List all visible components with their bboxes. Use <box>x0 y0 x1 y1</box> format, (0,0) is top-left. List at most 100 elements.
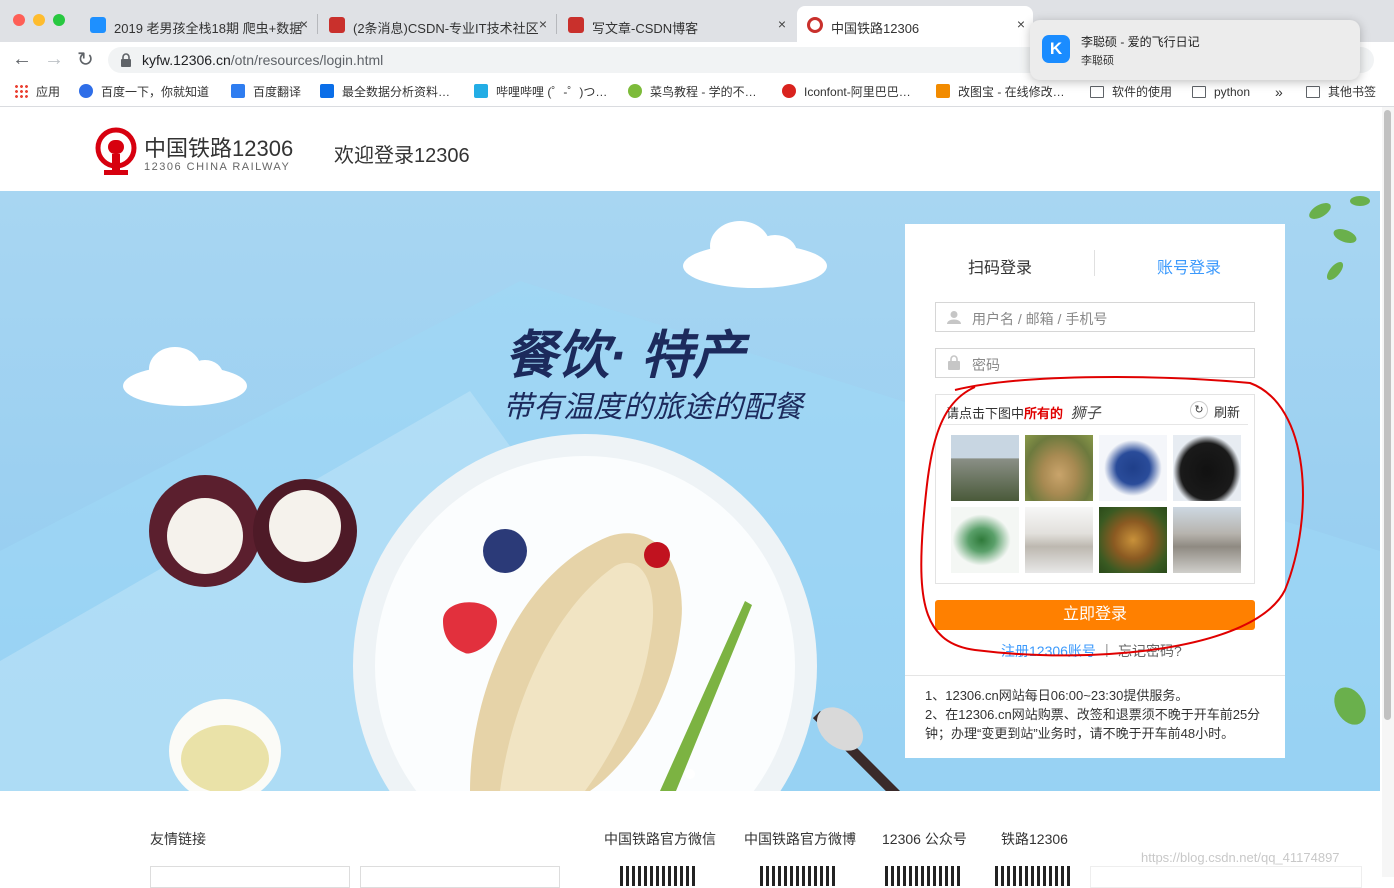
tab-title: (2条消息)CSDN-专业IT技术社区 <box>353 21 539 36</box>
captcha-image-7[interactable] <box>1099 507 1167 573</box>
iconfont-icon <box>782 84 796 98</box>
tab-title: 2019 老男孩全栈18期 爬虫+数据 <box>114 21 303 36</box>
captcha-image-2[interactable] <box>1025 435 1093 501</box>
minimize-window-button[interactable] <box>33 14 45 26</box>
username-placeholder: 用户名 / 邮箱 / 手机号 <box>972 311 1108 327</box>
logo-text-en: 12306 CHINA RAILWAY <box>144 161 291 173</box>
reload-icon[interactable]: ↻ <box>77 47 94 72</box>
bookmark-baidu-translate[interactable]: 百度翻译 <box>231 84 301 100</box>
tab-account-login[interactable]: 账号登录 <box>1157 254 1221 278</box>
zhihu-icon <box>320 84 334 98</box>
lock-icon <box>121 53 131 67</box>
tab-bilibili[interactable]: 2019 老男孩全栈18期 爬虫+数据 × <box>80 6 316 42</box>
bookmark-iconfont[interactable]: Iconfont-阿里巴巴… <box>782 84 911 100</box>
captcha-image-3[interactable] <box>1099 435 1167 501</box>
lock-icon <box>948 355 960 370</box>
captcha-divider <box>942 424 1248 425</box>
notification-subtitle: 李聪硕 <box>1081 55 1114 67</box>
forgot-password-link[interactable]: 忘记密码? <box>1118 641 1182 661</box>
bookmark-apps[interactable]: 应用 <box>14 84 60 100</box>
page-title: 欢迎登录12306 <box>334 145 470 167</box>
login-submit-button[interactable]: 立即登录 <box>935 600 1255 630</box>
tab-close-icon[interactable]: × <box>539 16 547 32</box>
captcha-prompt: 请点击下图中所有的 狮子 <box>946 404 1101 422</box>
captcha-target: 狮子 <box>1070 404 1101 422</box>
tab-csdn-home[interactable]: (2条消息)CSDN-专业IT技术社区 × <box>319 6 555 42</box>
kugou-app-icon: K <box>1042 35 1070 63</box>
bookmark-zhihu[interactable]: 最全数据分析资料… <box>320 84 450 100</box>
tab-close-icon[interactable]: × <box>1017 16 1025 32</box>
tab-close-icon[interactable]: × <box>778 16 786 32</box>
notice-divider <box>905 675 1285 676</box>
partner-link-2[interactable] <box>360 866 560 888</box>
captcha-image-1[interactable] <box>951 435 1019 501</box>
username-field[interactable]: 用户名 / 邮箱 / 手机号 <box>935 302 1255 332</box>
back-icon[interactable]: ← <box>12 48 32 71</box>
scrollbar-thumb[interactable] <box>1384 110 1391 720</box>
notice-line: 钟；办理“变更到站”业务时，请不晚于开车前48小时。 <box>925 726 1235 741</box>
tab-title: 写文章-CSDN博客 <box>592 21 699 36</box>
tab-12306[interactable]: 中国铁路12306 × <box>797 6 1033 42</box>
bookmark-baidu[interactable]: 百度一下，你就知道 <box>79 84 209 100</box>
app-qr-code <box>995 866 1073 886</box>
tab-separator <box>556 14 557 34</box>
tab-divider <box>1094 250 1095 276</box>
bookmark-other[interactable]: 其他书签 <box>1306 84 1376 100</box>
register-link[interactable]: 注册12306账号 <box>1001 641 1096 661</box>
footer-placeholder-box <box>1090 866 1362 888</box>
forward-icon[interactable]: → <box>44 48 64 71</box>
folder-icon <box>1090 86 1104 98</box>
folder-icon <box>1306 86 1320 98</box>
apps-grid-icon <box>14 84 28 98</box>
bilibili-icon <box>474 84 488 98</box>
system-notification[interactable]: K 李聪硕 - 爱的飞行日记 李聪硕 <box>1030 20 1360 80</box>
password-field[interactable]: 密码 <box>935 348 1255 378</box>
public-qr-code <box>885 866 963 886</box>
captcha-emphasis: 所有的 <box>1024 406 1064 421</box>
captcha-image-5[interactable] <box>951 507 1019 573</box>
wechat-qr-code <box>620 866 698 886</box>
bookmark-folder-software[interactable]: 软件的使用 <box>1090 84 1172 100</box>
url-path: /otn/resources/login.html <box>230 52 384 68</box>
tab-separator <box>317 14 318 34</box>
user-icon <box>947 311 961 324</box>
tab-close-icon[interactable]: × <box>300 16 308 32</box>
baidu-paw-icon <box>79 84 93 98</box>
weibo-qr-code <box>760 866 838 886</box>
url-host: kyfw.12306.cn <box>142 52 231 68</box>
tab-qr-login[interactable]: 扫码登录 <box>968 254 1032 278</box>
tab-title: 中国铁路12306 <box>831 21 920 36</box>
captcha-panel: 请点击下图中所有的 狮子 ↻ 刷新 <box>935 394 1255 584</box>
url-text[interactable]: kyfw.12306.cn/otn/resources/login.html <box>142 52 383 68</box>
footer-public-label: 12306 公众号 <box>882 831 967 847</box>
railway-logo-icon[interactable] <box>93 126 139 176</box>
captcha-image-6[interactable] <box>1025 507 1093 573</box>
bookmark-gaitubao[interactable]: 改图宝 - 在线修改… <box>936 84 1065 100</box>
footer-wechat-label: 中国铁路官方微信 <box>604 831 716 847</box>
bookmark-folder-python[interactable]: python <box>1192 84 1250 100</box>
bilibili-tab-icon <box>90 17 106 33</box>
footer-app-label: 铁路12306 <box>1001 831 1068 847</box>
link-divider: | <box>1105 641 1109 657</box>
refresh-label: 刷新 <box>1214 405 1241 420</box>
bookmark-runoob[interactable]: 菜鸟教程 - 学的不… <box>628 84 757 100</box>
bookmark-bilibili[interactable]: 哔哩哔哩 (゜-゜)つ… <box>474 84 607 100</box>
folder-icon <box>1192 86 1206 98</box>
footer-links-title: 友情链接 <box>150 831 206 847</box>
bookmarks-overflow-button[interactable]: » <box>1275 84 1283 100</box>
translate-icon <box>231 84 245 98</box>
banner-tagline: 带有温度的旅途的配餐 <box>503 391 803 424</box>
csdn-tab-icon <box>568 17 584 33</box>
watermark: https://blog.csdn.net/qq_41174897 <box>1141 850 1340 865</box>
gaitubao-icon <box>936 84 950 98</box>
service-notice: 1、12306.cn网站每日06:00~23:30提供服务。 2、在12306.… <box>925 686 1260 743</box>
captcha-refresh-button[interactable]: ↻ 刷新 <box>1190 400 1250 420</box>
captcha-image-4[interactable] <box>1173 435 1241 501</box>
tab-csdn-write[interactable]: 写文章-CSDN博客 × <box>558 6 794 42</box>
captcha-image-8[interactable] <box>1173 507 1241 573</box>
notice-line: 1、12306.cn网站每日06:00~23:30提供服务。 <box>925 688 1189 703</box>
partner-link-1[interactable] <box>150 866 350 888</box>
banner-headline: 餐饮· 特产 <box>505 327 745 385</box>
close-window-button[interactable] <box>13 14 25 26</box>
zoom-window-button[interactable] <box>53 14 65 26</box>
